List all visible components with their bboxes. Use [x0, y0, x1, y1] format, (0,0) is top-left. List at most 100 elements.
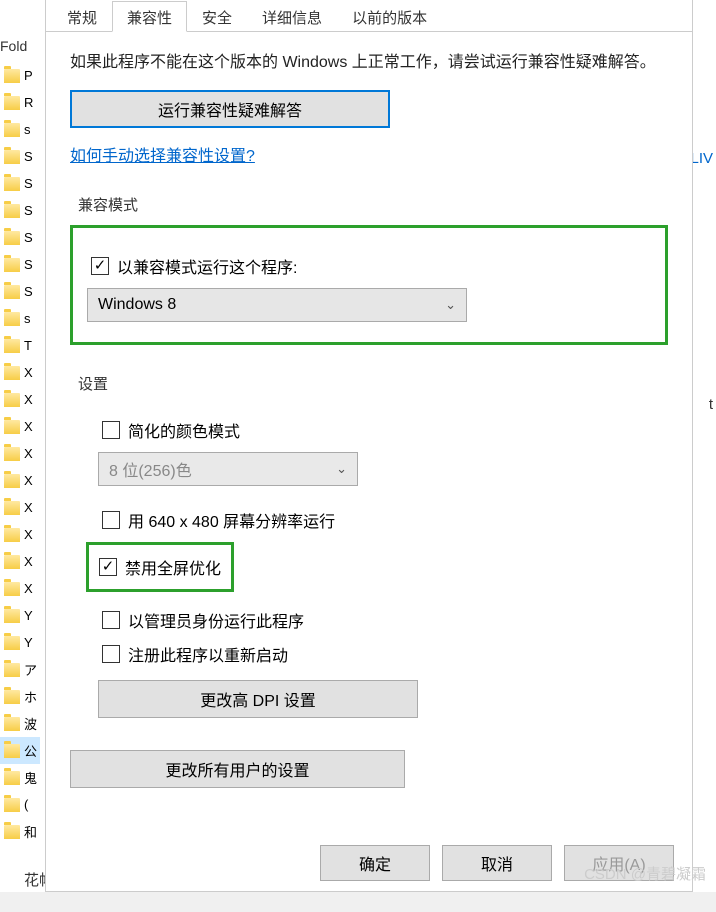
- folder-icon: [4, 447, 20, 461]
- folder-label: ア: [24, 660, 37, 679]
- folder-label: S: [24, 284, 33, 299]
- folder-icon: [4, 690, 20, 704]
- folder-label: X: [24, 392, 33, 407]
- folder-item[interactable]: T: [0, 332, 40, 359]
- folder-item[interactable]: S: [0, 170, 40, 197]
- folder-item[interactable]: X: [0, 575, 40, 602]
- folder-item[interactable]: ホ: [0, 683, 40, 710]
- folder-label: 公: [24, 741, 37, 760]
- folder-icon: [4, 555, 20, 569]
- highlight-box-fullscreen: 禁用全屏优化: [86, 542, 234, 592]
- folder-item[interactable]: S: [0, 224, 40, 251]
- bg-text-right: t: [709, 396, 713, 413]
- folder-item[interactable]: X: [0, 467, 40, 494]
- folder-item[interactable]: 和: [0, 818, 40, 845]
- compat-mode-checkbox[interactable]: [91, 257, 109, 275]
- folder-item[interactable]: 波: [0, 710, 40, 737]
- change-dpi-button[interactable]: 更改高 DPI 设置: [98, 680, 418, 718]
- folder-label: X: [24, 419, 33, 434]
- folder-label: S: [24, 257, 33, 272]
- tab-1[interactable]: 兼容性: [112, 1, 187, 32]
- folder-label: (: [24, 797, 28, 812]
- folder-item[interactable]: X: [0, 386, 40, 413]
- folder-item[interactable]: S: [0, 278, 40, 305]
- folder-label: s: [24, 122, 31, 137]
- folder-label: S: [24, 149, 33, 164]
- highlight-box-compat: 以兼容模式运行这个程序: Windows 8 ⌄: [70, 225, 668, 345]
- folder-label: S: [24, 230, 33, 245]
- color-depth-select: 8 位(256)色 ⌄: [98, 452, 358, 486]
- folder-label: X: [24, 527, 33, 542]
- folder-item[interactable]: X: [0, 440, 40, 467]
- folder-label: X: [24, 473, 33, 488]
- folder-item[interactable]: s: [0, 116, 40, 143]
- folder-icon: [4, 474, 20, 488]
- folder-label: s: [24, 311, 31, 326]
- folder-item[interactable]: S: [0, 197, 40, 224]
- folder-icon: [4, 96, 20, 110]
- folder-item[interactable]: X: [0, 521, 40, 548]
- intro-text: 如果此程序不能在这个版本的 Windows 上正常工作，请尝试运行兼容性疑难解答…: [70, 50, 668, 76]
- properties-dialog: 常规兼容性安全详细信息以前的版本 如果此程序不能在这个版本的 Windows 上…: [45, 0, 693, 892]
- tab-0[interactable]: 常规: [52, 1, 112, 32]
- tab-2[interactable]: 安全: [187, 1, 247, 32]
- folder-icon: [4, 339, 20, 353]
- settings-legend: 设置: [70, 373, 668, 394]
- folders-header: Fold: [0, 38, 27, 54]
- folder-item[interactable]: 公: [0, 737, 40, 764]
- folder-item[interactable]: (: [0, 791, 40, 818]
- folder-item[interactable]: 鬼: [0, 764, 40, 791]
- folder-icon: [4, 717, 20, 731]
- folder-icon: [4, 393, 20, 407]
- help-link[interactable]: 如何手动选择兼容性设置?: [70, 148, 255, 165]
- cancel-button[interactable]: 取消: [442, 845, 552, 881]
- ok-button[interactable]: 确定: [320, 845, 430, 881]
- folder-icon: [4, 663, 20, 677]
- folder-item[interactable]: X: [0, 494, 40, 521]
- tab-bar: 常规兼容性安全详细信息以前的版本: [46, 0, 692, 32]
- register-restart-label: 注册此程序以重新启动: [128, 642, 288, 666]
- folder-icon: [4, 798, 20, 812]
- folder-label: X: [24, 581, 33, 596]
- run-640-label: 用 640 x 480 屏幕分辨率运行: [128, 508, 335, 532]
- reduced-color-checkbox[interactable]: [102, 421, 120, 439]
- tab-4[interactable]: 以前的版本: [337, 1, 442, 32]
- folder-label: Y: [24, 635, 33, 650]
- run-admin-checkbox[interactable]: [102, 611, 120, 629]
- folder-item[interactable]: X: [0, 413, 40, 440]
- disable-fullscreen-checkbox[interactable]: [99, 558, 117, 576]
- change-all-users-button[interactable]: 更改所有用户的设置: [70, 750, 405, 788]
- bg-link-right[interactable]: LIV: [690, 150, 713, 167]
- folder-icon: [4, 636, 20, 650]
- tab-3[interactable]: 详细信息: [247, 1, 337, 32]
- folder-icon: [4, 204, 20, 218]
- settings-group: 设置 简化的颜色模式 8 位(256)色 ⌄ 用 640 x 480 屏幕分辨率…: [70, 373, 668, 718]
- folder-label: 鬼: [24, 768, 37, 787]
- run-640-checkbox[interactable]: [102, 511, 120, 529]
- folder-icon: [4, 177, 20, 191]
- folder-label: R: [24, 95, 33, 110]
- folder-item[interactable]: ア: [0, 656, 40, 683]
- folder-item[interactable]: s: [0, 305, 40, 332]
- compat-os-value: Windows 8: [98, 296, 176, 314]
- register-restart-checkbox[interactable]: [102, 645, 120, 663]
- disable-fullscreen-label: 禁用全屏优化: [125, 555, 221, 579]
- compat-mode-label: 以兼容模式运行这个程序:: [117, 254, 297, 278]
- folder-item[interactable]: S: [0, 143, 40, 170]
- chevron-down-icon: ⌄: [336, 461, 347, 477]
- compat-os-select[interactable]: Windows 8 ⌄: [87, 288, 467, 322]
- folder-item[interactable]: X: [0, 548, 40, 575]
- folder-icon: [4, 771, 20, 785]
- folder-item[interactable]: P: [0, 62, 40, 89]
- folder-item[interactable]: X: [0, 359, 40, 386]
- folder-item[interactable]: Y: [0, 629, 40, 656]
- folder-item[interactable]: S: [0, 251, 40, 278]
- compat-mode-group: 兼容模式 以兼容模式运行这个程序: Windows 8 ⌄: [70, 194, 668, 345]
- folder-label: X: [24, 446, 33, 461]
- folder-label: Y: [24, 608, 33, 623]
- run-troubleshooter-button[interactable]: 运行兼容性疑难解答: [70, 90, 390, 128]
- folder-item[interactable]: Y: [0, 602, 40, 629]
- folder-item[interactable]: R: [0, 89, 40, 116]
- run-admin-label: 以管理员身份运行此程序: [128, 608, 304, 632]
- folder-label: S: [24, 176, 33, 191]
